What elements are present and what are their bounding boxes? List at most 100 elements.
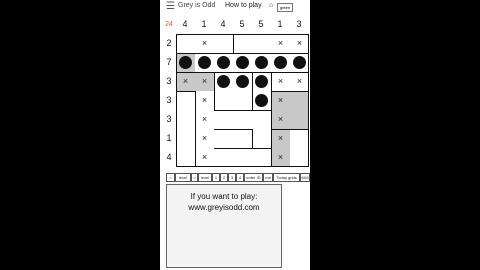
level-4-button[interactable]: 4	[236, 173, 244, 182]
filled-dot	[236, 56, 249, 69]
grid-cell[interactable]	[233, 148, 252, 167]
message-line-1: If you want to play:	[190, 192, 258, 201]
grid-cell[interactable]: ×	[195, 91, 214, 110]
column-clue: 5	[258, 19, 264, 29]
how-to-play-link[interactable]: How to play	[225, 2, 262, 9]
grid-cell[interactable]: ×	[271, 148, 290, 167]
grid-cell[interactable]	[252, 72, 271, 91]
todays-grids-button[interactable]: Today grids	[273, 173, 300, 182]
grid-cell[interactable]	[176, 34, 195, 53]
cross-mark: ×	[277, 38, 284, 48]
row-clue: 2	[166, 38, 172, 48]
grid-cell[interactable]	[233, 34, 252, 53]
cross-mark: ×	[277, 114, 284, 124]
app-title: Grey is Odd	[178, 2, 216, 9]
grid-cell[interactable]	[233, 53, 252, 72]
enter-id-button[interactable]: enter ID	[244, 173, 263, 182]
cross-mark: ×	[277, 95, 284, 105]
grid-cell[interactable]: ×	[271, 34, 290, 53]
column-clue: 5	[239, 19, 245, 29]
home-icon[interactable]: ⌂	[269, 2, 273, 9]
grid-cell[interactable]	[233, 129, 252, 148]
grid-cell[interactable]: ×	[195, 72, 214, 91]
grid-cell[interactable]: ×	[195, 110, 214, 129]
grid-cell[interactable]	[233, 91, 252, 110]
grid-cell[interactable]	[252, 34, 271, 53]
cross-mark: ×	[201, 152, 208, 162]
grid-cell[interactable]	[214, 148, 233, 167]
header: ☰ Grey is Odd How to play ⌂ green	[160, 0, 310, 14]
level-2-button[interactable]: 2	[220, 173, 228, 182]
random-button[interactable]: rnd	[263, 173, 273, 182]
menu-icon[interactable]: ☰	[166, 1, 175, 12]
filled-dot	[198, 56, 211, 69]
region-border	[252, 72, 253, 110]
grid-cell[interactable]: ×	[290, 72, 309, 91]
grid-cell[interactable]: ×	[195, 129, 214, 148]
grid-cell[interactable]: ×	[195, 148, 214, 167]
grid-cell[interactable]	[214, 72, 233, 91]
grid-cell[interactable]	[290, 129, 309, 148]
grid-cell[interactable]	[271, 53, 290, 72]
level-label[interactable]: level	[198, 173, 212, 182]
region-border	[271, 72, 272, 167]
filled-dot	[293, 56, 306, 69]
grid-cell[interactable]	[233, 110, 252, 129]
region-border	[176, 34, 309, 35]
grid-cell[interactable]	[214, 110, 233, 129]
filled-dot	[255, 75, 268, 88]
region-border	[214, 72, 215, 110]
column-clue: 3	[296, 19, 302, 29]
cross-mark: ×	[277, 133, 284, 143]
grid-cell[interactable]	[214, 129, 233, 148]
grid-cell[interactable]	[252, 129, 271, 148]
row-clue: 3	[166, 76, 172, 86]
cross-mark: ×	[201, 133, 208, 143]
grid-cell[interactable]: ×	[271, 129, 290, 148]
row-clue: 3	[166, 95, 172, 105]
grid-cell[interactable]	[290, 148, 309, 167]
level-3-button[interactable]: 3	[228, 173, 236, 182]
filled-dot	[255, 56, 268, 69]
grid-cell[interactable]	[176, 91, 195, 110]
grid-cell[interactable]	[214, 34, 233, 53]
grid-cell[interactable]	[176, 148, 195, 167]
filled-dot	[274, 56, 287, 69]
grid-cell[interactable]: ×	[271, 72, 290, 91]
grid-cell[interactable]	[233, 72, 252, 91]
region-border	[195, 91, 196, 167]
region-border	[176, 91, 195, 92]
row-clue: 3	[166, 114, 172, 124]
column-clue: 4	[182, 19, 188, 29]
level-name[interactable]: level	[175, 173, 191, 182]
cross-mark: ×	[296, 76, 303, 86]
grid-cell[interactable]	[176, 110, 195, 129]
grid-cell[interactable]	[290, 110, 309, 129]
grid-cell[interactable]	[176, 129, 195, 148]
grid-cell[interactable]	[252, 148, 271, 167]
grid-cell[interactable]	[195, 53, 214, 72]
grid-cell[interactable]: ×	[271, 110, 290, 129]
controls-bar: < level > level 1 2 3 4 enter ID rnd Tod…	[166, 173, 310, 182]
grid-cell[interactable]	[290, 91, 309, 110]
grid-cell[interactable]	[252, 91, 271, 110]
grid-cell[interactable]	[176, 53, 195, 72]
grid-cell[interactable]	[214, 91, 233, 110]
prev-level-button[interactable]: <	[166, 173, 175, 182]
grid-cell[interactable]: ×	[290, 34, 309, 53]
grid-size-button[interactable]: 6X6	[300, 173, 310, 182]
grid-cell[interactable]: ×	[176, 72, 195, 91]
region-border	[176, 72, 309, 73]
level-1-button[interactable]: 1	[212, 173, 220, 182]
filled-dot	[217, 56, 230, 69]
next-level-button[interactable]: >	[191, 173, 198, 182]
grid-cell[interactable]: ×	[195, 34, 214, 53]
grid-cell[interactable]	[214, 53, 233, 72]
grid-cell[interactable]	[252, 110, 271, 129]
grid-cell[interactable]: ×	[271, 91, 290, 110]
theme-chip[interactable]: green	[277, 3, 293, 12]
website-link[interactable]: www.greyisodd.com	[167, 203, 281, 212]
cross-mark: ×	[277, 76, 284, 86]
grid-cell[interactable]	[290, 53, 309, 72]
grid-cell[interactable]	[252, 53, 271, 72]
